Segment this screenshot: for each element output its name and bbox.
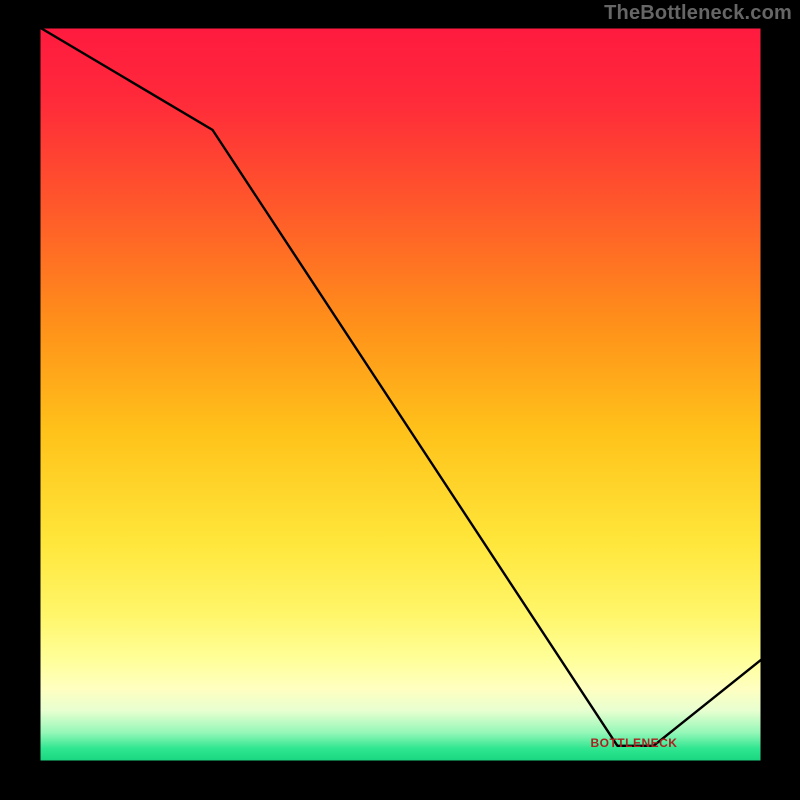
chart-frame: TheBottleneck.com BOTTLENECK bbox=[0, 0, 800, 800]
bottleneck-chart bbox=[0, 0, 800, 800]
chart-gradient-bg bbox=[39, 27, 762, 762]
series-label: BOTTLENECK bbox=[590, 736, 677, 750]
watermark-text: TheBottleneck.com bbox=[604, 2, 792, 25]
